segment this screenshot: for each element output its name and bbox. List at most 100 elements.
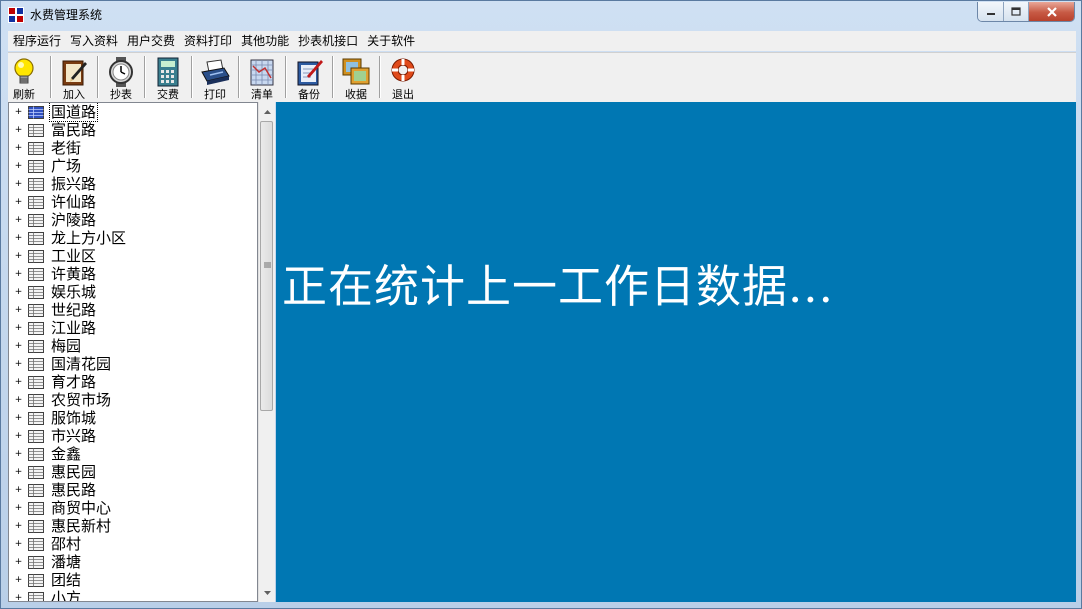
title-bar[interactable]: 水费管理系统 [1, 1, 1081, 30]
expand-icon[interactable]: + [14, 342, 23, 351]
payment-button[interactable]: 交费 [148, 55, 188, 101]
ledger-icon [28, 376, 44, 389]
tree-item[interactable]: + 惠民园 [9, 463, 257, 481]
tree-item[interactable]: + 惠民路 [9, 481, 257, 499]
expand-icon[interactable]: + [14, 198, 23, 207]
tree-item[interactable]: + 振兴路 [9, 175, 257, 193]
scroll-up-button[interactable] [259, 103, 275, 120]
menu-program-run[interactable]: 程序运行 [8, 31, 65, 51]
ledger-icon [28, 502, 44, 515]
grip-icon [264, 262, 271, 268]
expand-icon[interactable]: + [14, 414, 23, 423]
tree-item[interactable]: + 农贸市场 [9, 391, 257, 409]
expand-icon[interactable]: + [14, 468, 23, 477]
expand-icon[interactable]: + [14, 252, 23, 261]
receipt-button[interactable]: 收据 [336, 55, 376, 101]
tree-item[interactable]: + 惠民新村 [9, 517, 257, 535]
scroll-thumb[interactable] [260, 121, 273, 411]
tree-item[interactable]: + 工业区 [9, 247, 257, 265]
expand-icon[interactable]: + [14, 126, 23, 135]
menu-other-functions[interactable]: 其他功能 [236, 31, 293, 51]
tree-item[interactable]: + 广场 [9, 157, 257, 175]
receipt-label: 收据 [345, 88, 367, 101]
exit-button[interactable]: 退出 [383, 55, 423, 101]
expand-icon[interactable]: + [14, 594, 23, 602]
tree-item[interactable]: + 富民路 [9, 121, 257, 139]
expand-icon[interactable]: + [14, 324, 23, 333]
tree-item[interactable]: + 小方 [9, 589, 257, 602]
tree-item[interactable]: + 许黄路 [9, 265, 257, 283]
tree-scrollbar[interactable] [258, 102, 275, 602]
expand-icon[interactable]: + [14, 504, 23, 513]
maximize-button[interactable] [1004, 2, 1029, 21]
menu-about[interactable]: 关于软件 [362, 31, 419, 51]
expand-icon[interactable]: + [14, 108, 23, 117]
expand-icon[interactable]: + [14, 450, 23, 459]
tree-item[interactable]: + 邵村 [9, 535, 257, 553]
street-tree-view[interactable]: + 国道路 + 富民路 + 老街 + 广场 + 振兴路 + 许仙路 + 沪陵路 + 龙上方小区 + 工业区 + 许黄路… [8, 102, 258, 602]
ledger-icon [28, 340, 44, 353]
expand-icon[interactable]: + [14, 216, 23, 225]
tree-item[interactable]: + 世纪路 [9, 301, 257, 319]
tree-item[interactable]: + 沪陵路 [9, 211, 257, 229]
add-button[interactable]: 加入 [54, 55, 94, 101]
ledger-icon [28, 412, 44, 425]
tree-item[interactable]: + 江业路 [9, 319, 257, 337]
tree-item[interactable]: + 许仙路 [9, 193, 257, 211]
app-icon [8, 7, 24, 23]
expand-icon[interactable]: + [14, 306, 23, 315]
tree-item[interactable]: + 梅园 [9, 337, 257, 355]
tree-item-label: 娱乐城 [51, 283, 97, 301]
refresh-button[interactable]: 刷新 [4, 55, 44, 101]
expand-icon[interactable]: + [14, 378, 23, 387]
list-button[interactable]: 清单 [242, 55, 282, 101]
expand-icon[interactable]: + [14, 540, 23, 549]
minimize-button[interactable] [978, 2, 1004, 21]
tree-item[interactable]: + 商贸中心 [9, 499, 257, 517]
menu-write-data[interactable]: 写入资料 [65, 31, 122, 51]
expand-icon[interactable]: + [14, 576, 23, 585]
ledger-icon [28, 160, 44, 173]
ledger-icon [28, 484, 44, 497]
meter-reading-label: 抄表 [110, 88, 132, 101]
tree-item[interactable]: + 服饰城 [9, 409, 257, 427]
menu-meter-interface[interactable]: 抄表机接口 [293, 31, 362, 51]
close-button[interactable] [1029, 2, 1074, 21]
expand-icon[interactable]: + [14, 288, 23, 297]
tree-item[interactable]: + 龙上方小区 [9, 229, 257, 247]
ledger-icon [28, 574, 44, 587]
tree-item[interactable]: + 育才路 [9, 373, 257, 391]
tree-item-label: 沪陵路 [51, 211, 97, 229]
expand-icon[interactable]: + [14, 432, 23, 441]
expand-icon[interactable]: + [14, 360, 23, 369]
expand-icon[interactable]: + [14, 144, 23, 153]
expand-icon[interactable]: + [14, 486, 23, 495]
tree-item-label: 许黄路 [51, 265, 97, 283]
expand-icon[interactable]: + [14, 234, 23, 243]
tree-item[interactable]: + 老街 [9, 139, 257, 157]
menu-user-payment[interactable]: 用户交费 [122, 31, 179, 51]
expand-icon[interactable]: + [14, 396, 23, 405]
expand-icon[interactable]: + [14, 270, 23, 279]
scroll-down-button[interactable] [259, 584, 275, 601]
tree-item-label: 梅园 [51, 337, 82, 355]
tree-item[interactable]: + 国道路 [9, 103, 257, 122]
expand-icon[interactable]: + [14, 162, 23, 171]
backup-button[interactable]: 备份 [289, 55, 329, 101]
print-label: 打印 [204, 88, 226, 101]
tree-item[interactable]: + 国清花园 [9, 355, 257, 373]
print-button[interactable]: 打印 [195, 55, 235, 101]
expand-icon[interactable]: + [14, 522, 23, 531]
tree-item[interactable]: + 团结 [9, 571, 257, 589]
expand-icon[interactable]: + [14, 180, 23, 189]
toolbar-separator [191, 56, 193, 98]
meter-reading-button[interactable]: 抄表 [101, 55, 141, 101]
tree-item[interactable]: + 潘塘 [9, 553, 257, 571]
tree-item[interactable]: + 金鑫 [9, 445, 257, 463]
add-label: 加入 [63, 88, 85, 101]
tree-item[interactable]: + 市兴路 [9, 427, 257, 445]
tree-item[interactable]: + 娱乐城 [9, 283, 257, 301]
expand-icon[interactable]: + [14, 558, 23, 567]
menu-print-data[interactable]: 资料打印 [179, 31, 236, 51]
toolbar-separator [50, 56, 52, 98]
